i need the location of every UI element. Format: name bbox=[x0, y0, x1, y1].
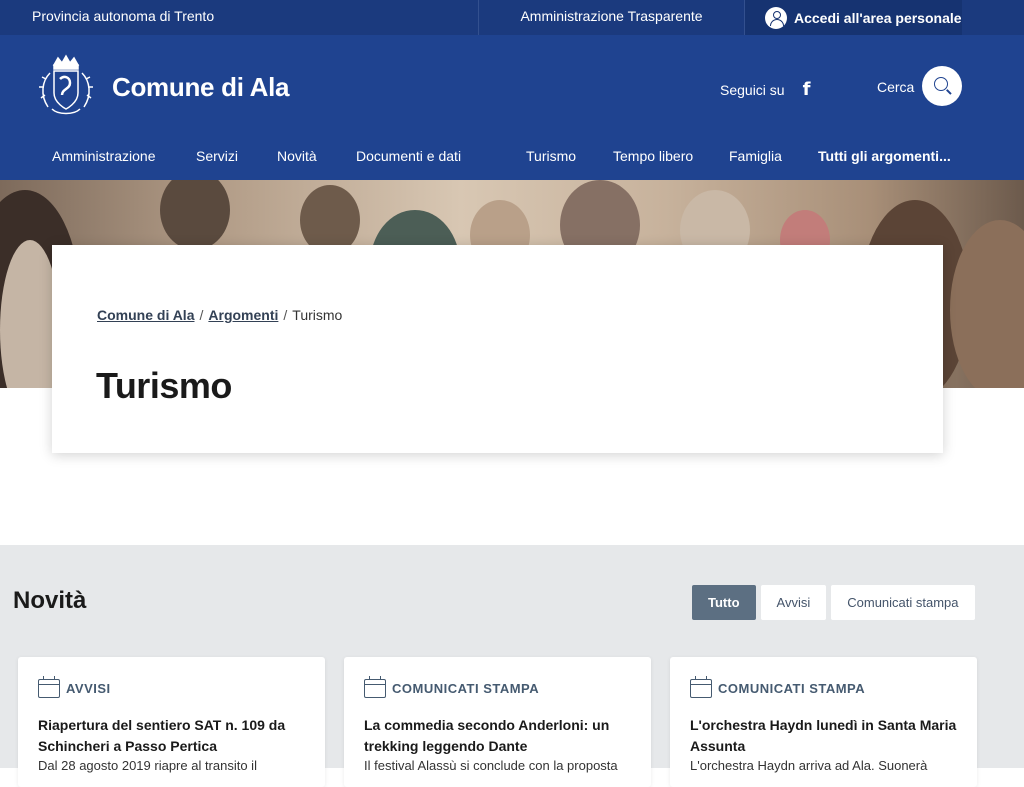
news-card-category[interactable]: COMUNICATI STAMPA bbox=[690, 676, 866, 698]
category-label: AVVISI bbox=[66, 681, 111, 696]
news-card-excerpt: Dal 28 agosto 2019 riapre al transito il bbox=[38, 758, 257, 773]
category-label: COMUNICATI STAMPA bbox=[718, 681, 866, 696]
breadcrumb-separator: / bbox=[199, 307, 204, 323]
nav-item-tempo-libero[interactable]: Tempo libero bbox=[613, 148, 693, 164]
calendar-icon bbox=[690, 676, 712, 698]
nav-item-famiglia[interactable]: Famiglia bbox=[729, 148, 782, 164]
calendar-icon bbox=[38, 676, 60, 698]
facebook-icon[interactable]: f bbox=[803, 79, 811, 100]
news-filters: Tutto Avvisi Comunicati stampa bbox=[692, 585, 980, 620]
news-card-excerpt: L'orchestra Haydn arriva ad Ala. Suonerà bbox=[690, 758, 928, 773]
breadcrumb: Comune di Ala / Argomenti / Turismo bbox=[97, 307, 342, 323]
breadcrumb-argomenti[interactable]: Argomenti bbox=[208, 307, 278, 323]
page-title: Turismo bbox=[96, 365, 232, 406]
news-card-category[interactable]: AVVISI bbox=[38, 676, 111, 698]
top-bar: Provincia autonoma di Trento Amministraz… bbox=[0, 0, 1024, 35]
filter-comunicati-button[interactable]: Comunicati stampa bbox=[831, 585, 975, 620]
category-label: COMUNICATI STAMPA bbox=[392, 681, 540, 696]
news-card-title[interactable]: La commedia secondo Anderloni: un trekki… bbox=[364, 715, 633, 757]
news-section: Novità Tutto Avvisi Comunicati stampa AV… bbox=[0, 545, 1024, 787]
filter-avvisi-button[interactable]: Avvisi bbox=[760, 585, 827, 620]
nav-item-documenti[interactable]: Documenti e dati bbox=[356, 148, 461, 164]
news-card-title[interactable]: Riapertura del sentiero SAT n. 109 da Sc… bbox=[38, 715, 307, 757]
social-follow: Seguici su f bbox=[720, 79, 810, 100]
news-card-excerpt: Il festival Alassù si conclude con la pr… bbox=[364, 758, 618, 773]
filter-all-button[interactable]: Tutto bbox=[692, 585, 756, 620]
user-icon bbox=[765, 6, 787, 29]
login-button[interactable]: Accedi all'area personale bbox=[745, 0, 962, 35]
breadcrumb-home[interactable]: Comune di Ala bbox=[97, 307, 195, 323]
follow-label: Seguici su bbox=[720, 81, 785, 98]
search-label[interactable]: Cerca bbox=[877, 79, 914, 95]
news-title: Novità bbox=[13, 587, 87, 614]
main-nav: Amministrazione Servizi Novità Documenti… bbox=[0, 145, 1024, 180]
breadcrumb-separator: / bbox=[283, 307, 288, 323]
search-icon[interactable] bbox=[922, 66, 962, 106]
login-label: Accedi all'area personale bbox=[794, 9, 962, 26]
nav-item-turismo[interactable]: Turismo bbox=[526, 148, 576, 164]
calendar-icon bbox=[364, 676, 386, 698]
nav-item-novita[interactable]: Novità bbox=[277, 148, 317, 164]
page-header-card: Comune di Ala / Argomenti / Turismo Turismo bbox=[52, 245, 943, 453]
breadcrumb-current: Turismo bbox=[292, 307, 343, 323]
transparency-link[interactable]: Amministrazione Trasparente bbox=[478, 0, 745, 35]
site-header: Comune di Ala Seguici su f Cerca Amminis… bbox=[0, 35, 1024, 180]
region-link[interactable]: Provincia autonoma di Trento bbox=[32, 8, 214, 24]
crest-logo-icon[interactable] bbox=[32, 53, 100, 121]
nav-item-amministrazione[interactable]: Amministrazione bbox=[52, 148, 155, 164]
nav-item-tutti-argomenti[interactable]: Tutti gli argomenti... bbox=[818, 148, 951, 164]
nav-item-servizi[interactable]: Servizi bbox=[196, 148, 238, 164]
site-title[interactable]: Comune di Ala bbox=[112, 72, 289, 103]
news-card-title[interactable]: L'orchestra Haydn lunedì in Santa Maria … bbox=[690, 715, 959, 757]
news-card-category[interactable]: COMUNICATI STAMPA bbox=[364, 676, 540, 698]
